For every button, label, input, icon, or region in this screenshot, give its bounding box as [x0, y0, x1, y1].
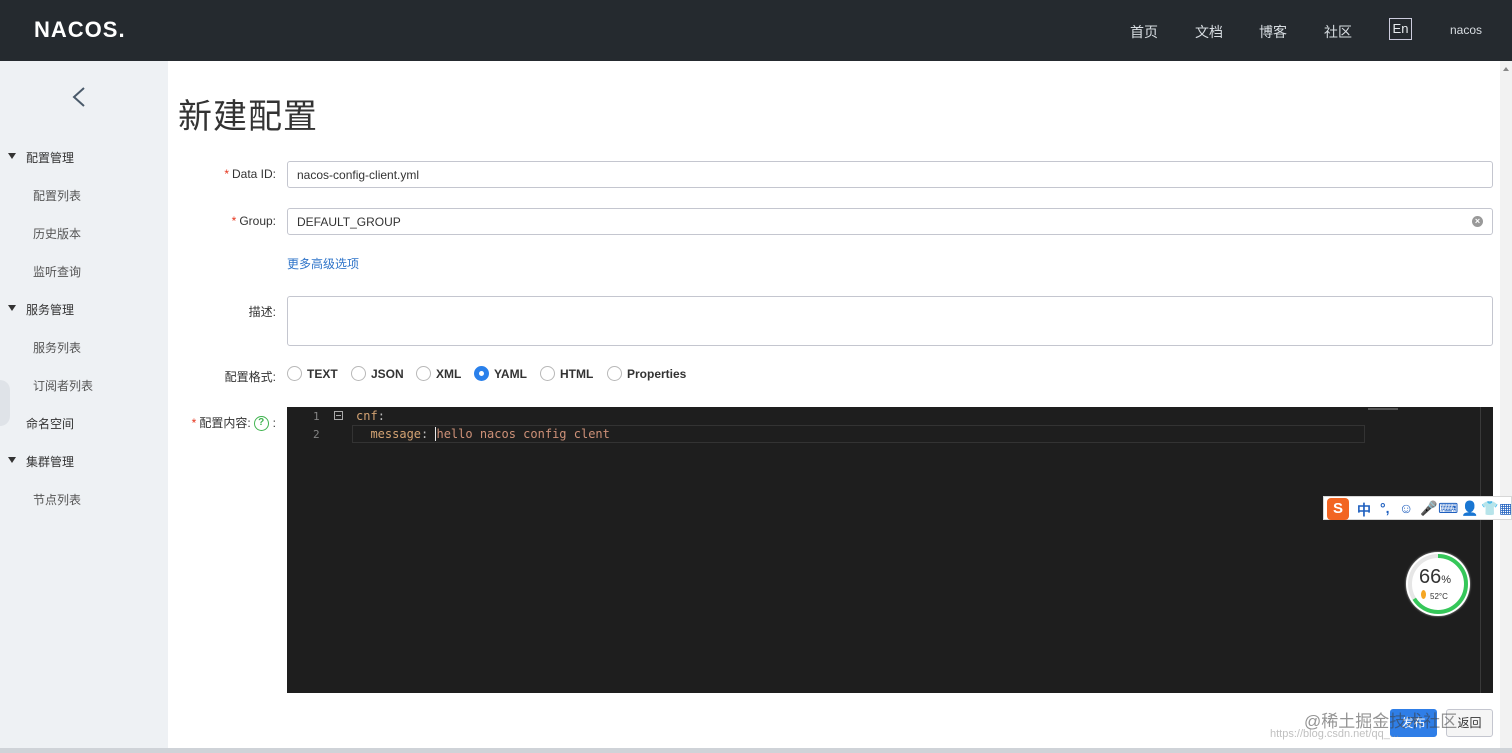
- help-icon[interactable]: ?: [253, 416, 269, 432]
- watermark-url: https://blog.csdn.net/qq_...: [1270, 728, 1400, 740]
- ime-skin-icon[interactable]: 👕: [1481, 500, 1498, 517]
- sidebar-toggle-handle[interactable]: [0, 380, 10, 426]
- sidebar: 配置管理 配置列表 历史版本 监听查询 服务管理 服务列表 订阅者列表 命名空间…: [0, 61, 168, 753]
- line-number: 2: [313, 428, 320, 441]
- nav-home[interactable]: 首页: [1130, 22, 1158, 42]
- top-navbar: NACOS. 首页 文档 博客 社区 En nacos: [0, 0, 1512, 61]
- nav-docs[interactable]: 文档: [1195, 22, 1223, 42]
- chevron-left-icon[interactable]: [68, 85, 92, 109]
- sidebar-item-node-list[interactable]: 节点列表: [33, 491, 81, 508]
- page-title: 新建配置: [178, 98, 318, 136]
- caret-down-icon: [8, 153, 16, 159]
- sidebar-item-service-list[interactable]: 服务列表: [33, 339, 81, 356]
- ime-microphone-icon[interactable]: 🎤: [1420, 500, 1437, 517]
- description-textarea[interactable]: [287, 296, 1493, 346]
- nacos-logo[interactable]: NACOS.: [34, 17, 126, 43]
- ime-toolbox-icon[interactable]: ▦: [1499, 500, 1512, 517]
- ime-chinese-mode[interactable]: 中: [1357, 500, 1371, 520]
- ime-emoji-icon[interactable]: ☺: [1399, 500, 1413, 516]
- data-id-label: * Data ID:: [224, 167, 276, 181]
- page-scrollbar[interactable]: [1500, 61, 1512, 753]
- caret-down-icon: [8, 457, 16, 463]
- fold-toggle-icon[interactable]: [334, 411, 343, 420]
- nav-community[interactable]: 社区: [1324, 22, 1352, 42]
- line-number: 1: [313, 410, 320, 423]
- ime-keyboard-icon[interactable]: ⌨: [1438, 500, 1458, 517]
- sogou-logo-icon[interactable]: S: [1327, 498, 1349, 520]
- temperature-icon: [1421, 590, 1426, 599]
- advanced-options-link[interactable]: 更多高级选项: [287, 255, 359, 272]
- ime-user-icon[interactable]: 👤: [1461, 500, 1478, 517]
- description-label: 描述:: [248, 305, 276, 319]
- code-editor[interactable]: 1 2 cnf: message: hello nacos config cle…: [287, 407, 1493, 693]
- user-menu[interactable]: nacos: [1450, 23, 1482, 37]
- group-input[interactable]: DEFAULT_GROUP ×: [287, 208, 1493, 235]
- ime-punctuation-icon[interactable]: °,: [1380, 500, 1390, 516]
- sidebar-item-config-list[interactable]: 配置列表: [33, 187, 81, 204]
- data-id-input[interactable]: nacos-config-client.yml: [287, 161, 1493, 188]
- code-line[interactable]: cnf:: [356, 409, 385, 423]
- sidebar-item-history[interactable]: 历史版本: [33, 225, 81, 242]
- caret-down-icon: [8, 305, 16, 311]
- editor-scrollbar[interactable]: [1480, 407, 1481, 693]
- editor-minimap: [1368, 408, 1398, 410]
- bottom-bar: [0, 748, 1512, 753]
- group-label: * Group:: [231, 214, 276, 228]
- sidebar-item-listener-query[interactable]: 监听查询: [33, 263, 81, 280]
- cpu-usage-gauge[interactable]: 66% 52°C: [1406, 552, 1470, 616]
- nav-blog[interactable]: 博客: [1259, 22, 1287, 42]
- editor-gutter: 1 2: [287, 407, 352, 693]
- format-label: 配置格式:: [224, 370, 276, 384]
- ime-toolbar: S 中 °, ☺ 🎤 ⌨ 👤 👕 ▦: [1323, 496, 1512, 520]
- content-label: * 配置内容:?:: [191, 416, 276, 432]
- code-line[interactable]: message: hello nacos config clent: [356, 427, 610, 441]
- clear-icon[interactable]: ×: [1472, 216, 1483, 227]
- scroll-up-icon[interactable]: [1503, 67, 1509, 71]
- language-switch[interactable]: En: [1389, 18, 1412, 40]
- temperature-readout: 52°C: [1430, 592, 1448, 601]
